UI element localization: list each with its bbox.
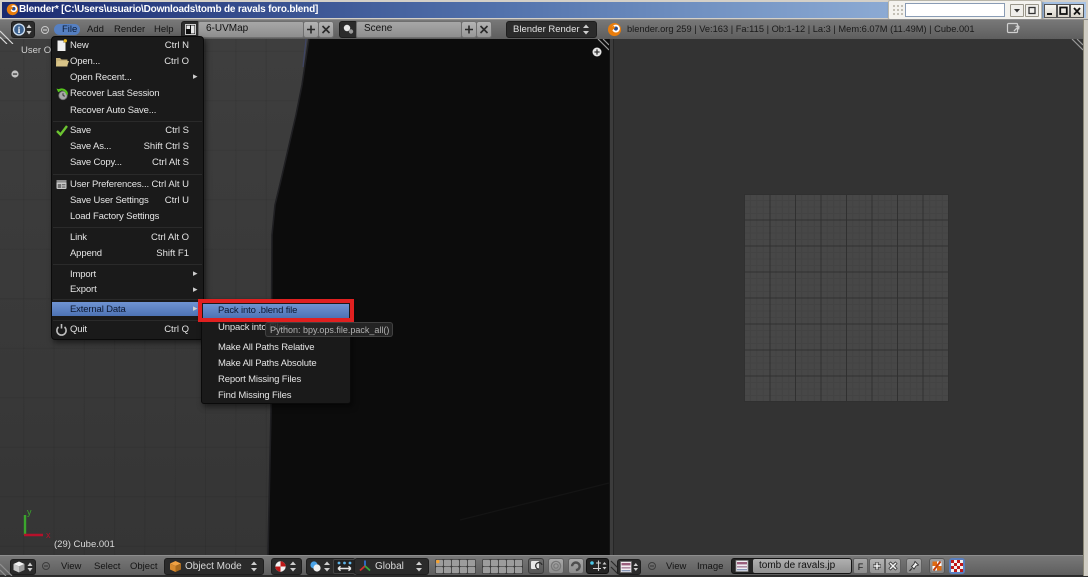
svg-text:x: x xyxy=(46,530,51,540)
svg-text:y: y xyxy=(27,507,32,517)
